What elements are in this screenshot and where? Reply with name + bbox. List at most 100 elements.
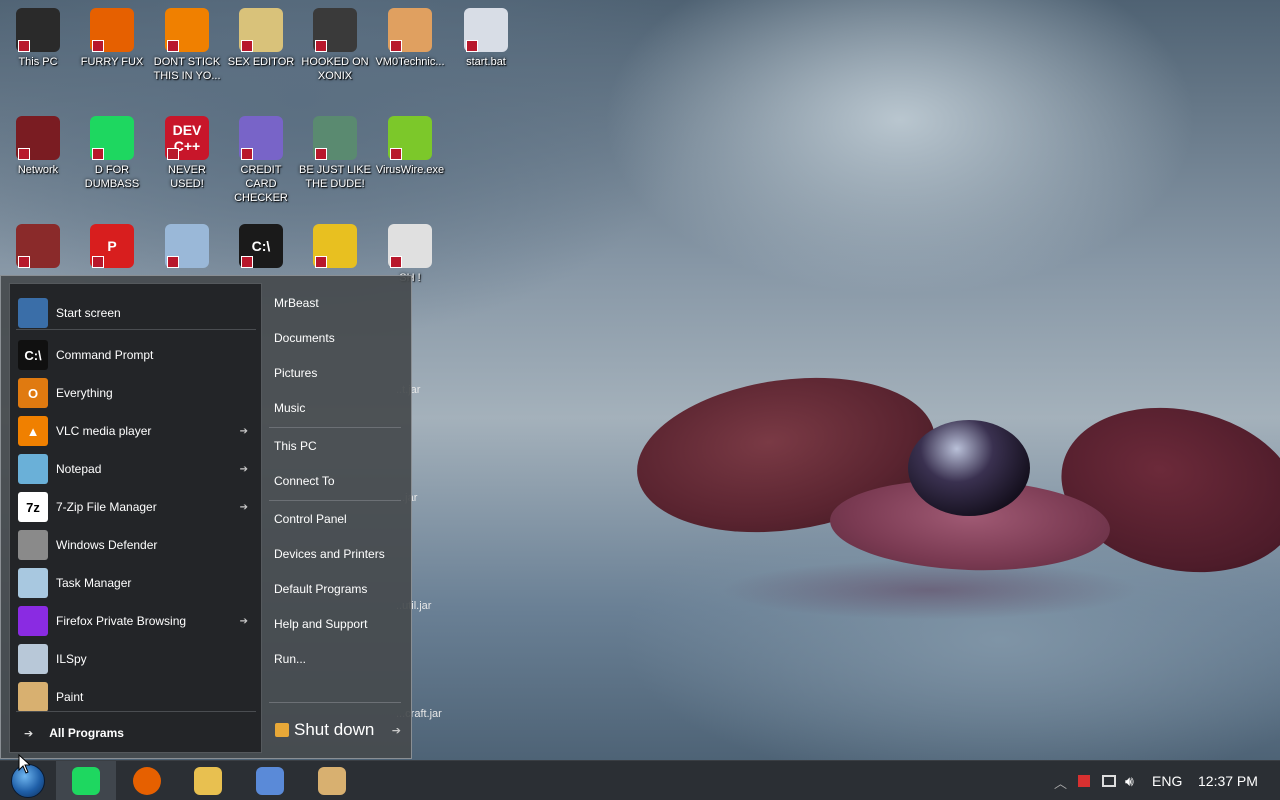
shutdown-icon [275,723,289,737]
desktop-icon-label: HOOKED ON XONIX [301,56,369,82]
desktop-icon[interactable]: P [76,224,148,271]
start-menu-link[interactable]: Control Panel [274,512,347,526]
start-menu-item-label: Everything [56,386,113,400]
start-screen-icon [18,298,48,328]
santa-portrait-icon [313,116,357,160]
submenu-arrow-icon: ➔ [239,425,248,437]
taskbar-pinned-app[interactable] [240,761,300,800]
desktop-icon[interactable]: DEV C++ NEVER USED! [151,116,223,191]
start-menu-item-label: Notepad [56,462,102,476]
start-menu-link[interactable]: Pictures [274,366,317,380]
file-explorer-icon [194,767,222,795]
lime-icon [388,116,432,160]
start-menu-link[interactable]: Connect To [274,474,335,488]
desktop-icon[interactable]: CREDIT CARD CHECKER [225,116,297,205]
magnifier-icon: O [18,378,48,408]
start-menu-programs: Start screen C:\ Command Prompt O Everything… [9,283,262,753]
desktop-icon[interactable] [299,224,371,271]
start-menu-link[interactable]: Help and Support [274,617,367,631]
clock[interactable]: 12:37 PM [1198,773,1258,789]
desktop-icon[interactable] [2,224,74,271]
tray-expand-icon[interactable]: ︿ [1054,773,1067,792]
desktop-icon[interactable]: C:\ [225,224,297,271]
desktop-icon[interactable]: BE JUST LIKE THE DUDE! [299,116,371,191]
desktop-icon-label: CREDIT CARD CHECKER [234,164,288,204]
start-menu-item-label: Paint [56,690,84,704]
start-menu-item[interactable]: Start screen [10,294,261,332]
desktop-icon[interactable]: Network [2,116,74,177]
desktop-icon[interactable]: VM0Technic... [374,8,446,69]
start-menu-item[interactable]: Notepad ➔ [10,450,261,488]
command-prompt-icon: C:\ [18,340,48,370]
taskbar-pinned-app[interactable] [56,761,116,800]
desktop-icon-label: Network [17,164,59,176]
action-center-flag-icon[interactable] [1078,774,1090,790]
desktop-icon[interactable]: VirusWire.exe [374,116,446,177]
start-menu-link[interactable]: Run... [274,652,306,666]
start-menu-item-label: Firefox Private Browsing [56,614,187,628]
start-menu-item[interactable]: C:\ Command Prompt [10,336,261,374]
start-menu-link[interactable]: This PC [274,439,317,453]
all-programs-label: All Programs [49,726,124,740]
all-programs-arrow-icon: ➔ [24,727,34,740]
desktop-icon-label: FURRY FUX [80,56,144,68]
start-menu-link[interactable]: Default Programs [274,582,367,596]
hxd-editor-icon [239,8,283,52]
desktop-icon[interactable]: HOOKED ON XONIX [299,8,371,83]
desktop-icon-label: D FOR DUMBASS [84,164,140,190]
start-menu-link[interactable]: MrBeast [274,296,319,310]
desktop-icon[interactable]: D FOR DUMBASS [76,116,148,191]
network-icon [16,116,60,160]
desktop-icon[interactable]: DONT STICK THIS IN YO... [151,8,223,83]
start-menu-link[interactable]: Documents [274,331,335,345]
language-indicator[interactable]: ENG [1152,773,1182,789]
taskbar-pinned-app[interactable] [302,761,362,800]
start-menu: Start screen C:\ Command Prompt O Everything… [0,275,412,759]
wallpaper-water-drop [908,420,1030,516]
start-menu-item-label: Windows Defender [56,538,158,552]
start-menu-item[interactable]: Windows Defender [10,526,261,564]
start-menu-item[interactable]: ILSpy [10,640,261,678]
desktop-icon-label: start.bat [466,56,506,68]
beaver-icon [313,224,357,268]
desktop-icon[interactable]: start.bat [450,8,522,69]
desktop-icon-label: SEX EDITOR [227,56,295,68]
task-manager-icon [18,568,48,598]
desktop-icon[interactable]: FURRY FUX [76,8,148,69]
start-menu-item[interactable]: ▲ VLC media player ➔ [10,412,261,450]
xonix-game-icon [313,8,357,52]
start-menu-item-label: 7-Zip File Manager [56,500,157,514]
all-programs-button[interactable]: ➔ All Programs [10,718,261,748]
network-tray-icon[interactable] [1102,774,1116,790]
start-menu-item[interactable]: Task Manager [10,564,261,602]
firefox-icon [133,767,161,795]
start-menu-link[interactable]: Devices and Printers [274,547,385,561]
links-separator [269,427,401,428]
volume-icon[interactable]: 🔊︎ [1125,773,1134,790]
links-separator [269,500,401,501]
start-menu-item[interactable]: 7z 7-Zip File Manager ➔ [10,488,261,526]
p-logo-icon: P [90,224,134,268]
start-menu-item-label: Command Prompt [56,348,154,362]
desktop-icon[interactable]: This PC [2,8,74,69]
start-menu-item[interactable]: Firefox Private Browsing ➔ [10,602,261,640]
taskbar-pinned-app[interactable] [117,761,177,800]
shutdown-arrow-icon[interactable]: ➔ [392,724,401,737]
start-menu-link[interactable]: Music [274,401,305,415]
wallpaper-reflection [720,560,1140,620]
shutdown-button[interactable]: Shut down ➔ [275,719,405,741]
vlc-cone-icon [165,8,209,52]
paint-palette-icon [318,767,346,795]
desktop-icon[interactable] [151,224,223,271]
seven-zip-icon: 7z [18,492,48,522]
credit-card-icon [239,116,283,160]
programs-separator [16,711,256,712]
green-chat-icon [72,767,100,795]
start-menu-item[interactable]: O Everything [10,374,261,412]
wallpaper-petal [1045,386,1280,594]
paint-palette-icon [18,682,48,712]
taskbar-pinned-app[interactable] [178,761,238,800]
vlc-icon: ▲ [18,416,48,446]
desktop-icon[interactable]: SEX EDITOR [225,8,297,69]
start-menu-item-label: ILSpy [56,652,87,666]
